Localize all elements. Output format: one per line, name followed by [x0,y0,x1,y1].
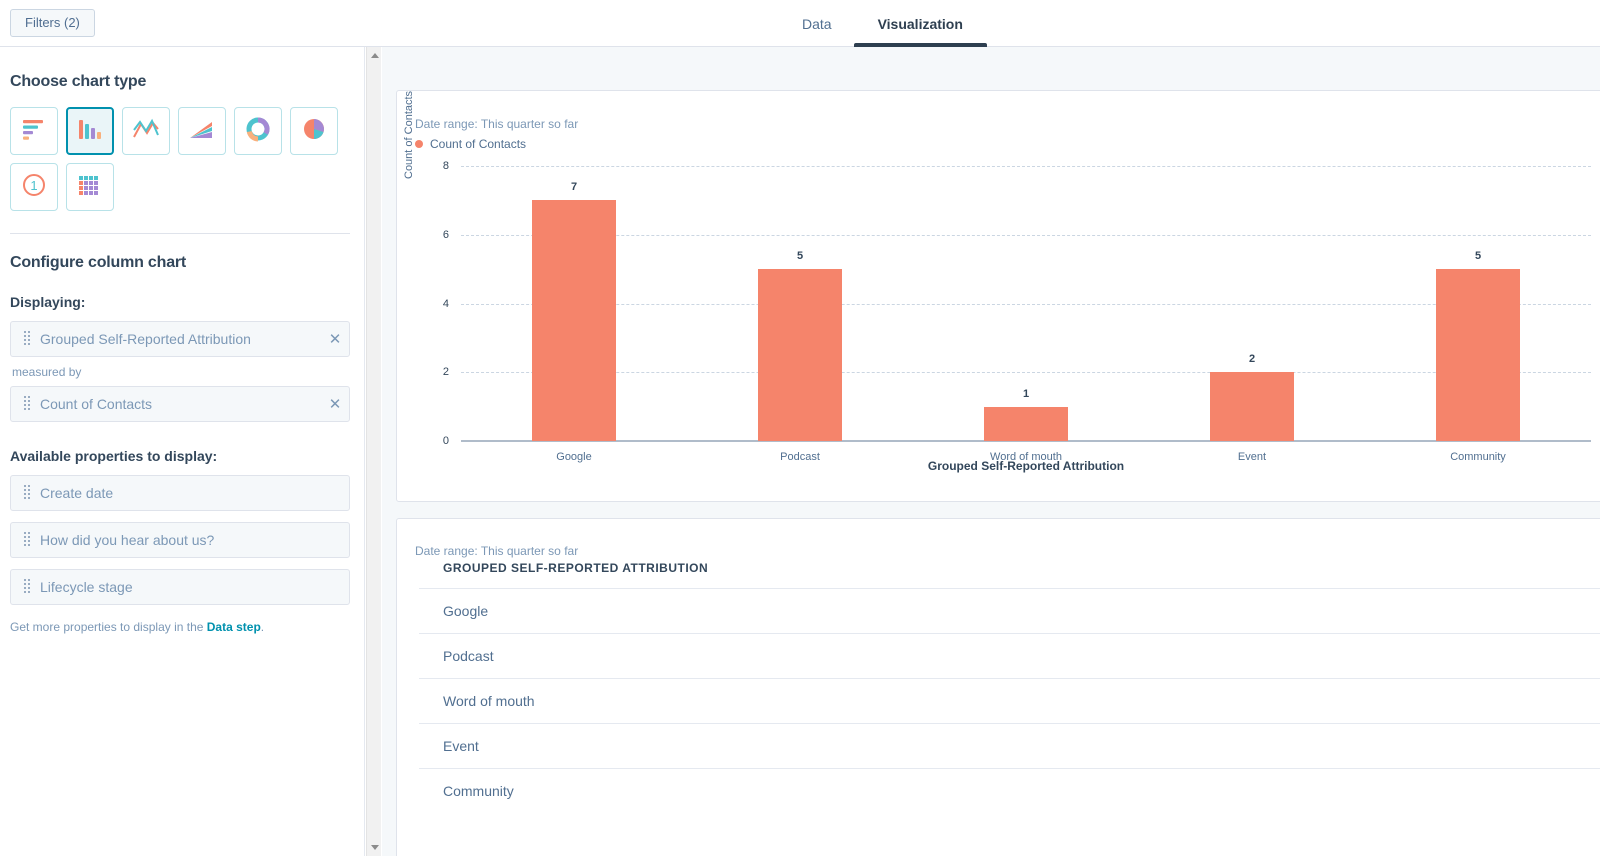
chart-type-line-chart[interactable] [122,107,170,155]
chart-bar[interactable] [984,407,1068,441]
sidebar-divider [10,233,350,234]
y-axis-tick: 2 [419,366,449,378]
y-axis-tick: 6 [419,229,449,241]
available-property-how-did-you-hear-about-us[interactable]: How did you hear about us? [10,522,350,558]
table-row[interactable]: Google [419,588,1600,633]
chart-bar[interactable] [1210,372,1294,441]
drag-handle-icon[interactable] [17,395,37,413]
chart-type-donut-chart[interactable] [234,107,282,155]
chart-type-picker: 1 [10,107,358,211]
bar-value-label: 5 [1475,250,1481,262]
available-property-label: Lifecycle stage [37,579,349,595]
bar-value-label: 2 [1249,353,1255,365]
get-more-properties-note: Get more properties to display in the Da… [10,620,348,634]
grid-line [461,304,1591,305]
legend-series-label: Count of Contacts [430,137,526,151]
line-chart-icon [132,117,160,146]
column-chart-icon [77,117,103,146]
single-value-chart-icon: 1 [21,172,47,203]
data-step-link[interactable]: Data step [207,620,261,634]
bar-value-label: 1 [1023,388,1029,400]
area-chart-icon [188,117,216,146]
footnote-prefix: Get more properties to display in the [10,620,207,634]
chart-type-horizontal-bar-chart[interactable] [10,107,58,155]
chart-legend[interactable]: Count of Contacts [415,137,526,151]
chart-type-pie-chart[interactable] [290,107,338,155]
table-row[interactable]: Community [419,768,1600,813]
measured-by-label: measured by [12,365,348,379]
displaying-label: Displaying: [10,294,348,310]
table-chart-icon [77,173,103,202]
table-row[interactable]: Event [419,723,1600,768]
table-date-range: Date range: This quarter so far [415,544,578,558]
chart-type-column-chart[interactable] [66,107,114,155]
configure-chart-heading: Configure column chart [10,254,348,272]
tab-data[interactable]: Data [800,0,834,47]
drag-handle-icon[interactable] [17,484,37,502]
scroll-up-icon[interactable] [367,48,382,63]
grid-line [461,166,1591,167]
footnote-suffix: . [261,620,264,634]
chart-bar[interactable] [1436,269,1520,441]
choose-chart-type-heading: Choose chart type [10,73,348,91]
sidebar-scrollbar[interactable] [366,47,381,856]
remove-measure-icon[interactable]: ✕ [321,395,349,413]
pie-chart-icon [301,116,327,147]
drag-handle-icon[interactable] [17,578,37,596]
svg-text:1: 1 [30,178,37,193]
bar-value-label: 7 [571,181,577,193]
table-row[interactable]: Word of mouth [419,678,1600,723]
grid-line [461,372,1591,373]
available-property-label: Create date [37,485,349,501]
available-properties-label: Available properties to display: [10,448,348,464]
x-axis-title: Grouped Self-Reported Attribution [411,459,1591,473]
bar-value-label: 5 [797,250,803,262]
top-bar: Filters (2) Data Visualization [0,0,1600,47]
table-column-header: GROUPED SELF-REPORTED ATTRIBUTION [443,561,708,575]
displaying-chip-label: Grouped Self-Reported Attribution [37,331,321,347]
remove-displaying-icon[interactable]: ✕ [321,330,349,348]
table-row[interactable]: Podcast [419,633,1600,678]
chart-plot-area: 024687Google5Podcast1Word of mouth2Event… [411,166,1591,441]
available-property-lifecycle-stage[interactable]: Lifecycle stage [10,569,350,605]
legend-color-swatch [415,140,423,148]
chart-bar[interactable] [758,269,842,441]
displaying-chip[interactable]: Grouped Self-Reported Attribution ✕ [10,321,350,357]
measured-by-chip-label: Count of Contacts [37,396,321,412]
donut-chart-icon [245,116,271,147]
chart-type-area-chart[interactable] [178,107,226,155]
table-body: GooglePodcastWord of mouthEventCommunity [419,588,1600,813]
tab-bar: Data Visualization [800,0,965,47]
grid-line [461,235,1591,236]
filters-button[interactable]: Filters (2) [10,9,95,37]
scroll-down-icon[interactable] [367,840,382,855]
chart-type-single-value-chart[interactable]: 1 [10,163,58,211]
tab-visualization[interactable]: Visualization [876,0,965,47]
horizontal-bar-chart-icon [21,117,47,146]
y-axis-tick: 4 [419,298,449,310]
chart-bar[interactable] [532,200,616,441]
table-card: Date range: This quarter so far GROUPED … [396,518,1600,856]
measured-by-chip[interactable]: Count of Contacts ✕ [10,386,350,422]
drag-handle-icon[interactable] [17,330,37,348]
drag-handle-icon[interactable] [17,531,37,549]
available-property-create-date[interactable]: Create date [10,475,350,511]
visualization-canvas: Date range: This quarter so far Count of… [382,47,1600,856]
chart-card: Date range: This quarter so far Count of… [396,90,1600,502]
chart-date-range: Date range: This quarter so far [415,117,578,131]
y-axis-tick: 8 [419,160,449,172]
y-axis-tick: 0 [419,435,449,447]
chart-type-table-chart[interactable] [66,163,114,211]
available-property-label: How did you hear about us? [37,532,349,548]
configuration-sidebar: Choose chart type [0,47,365,856]
